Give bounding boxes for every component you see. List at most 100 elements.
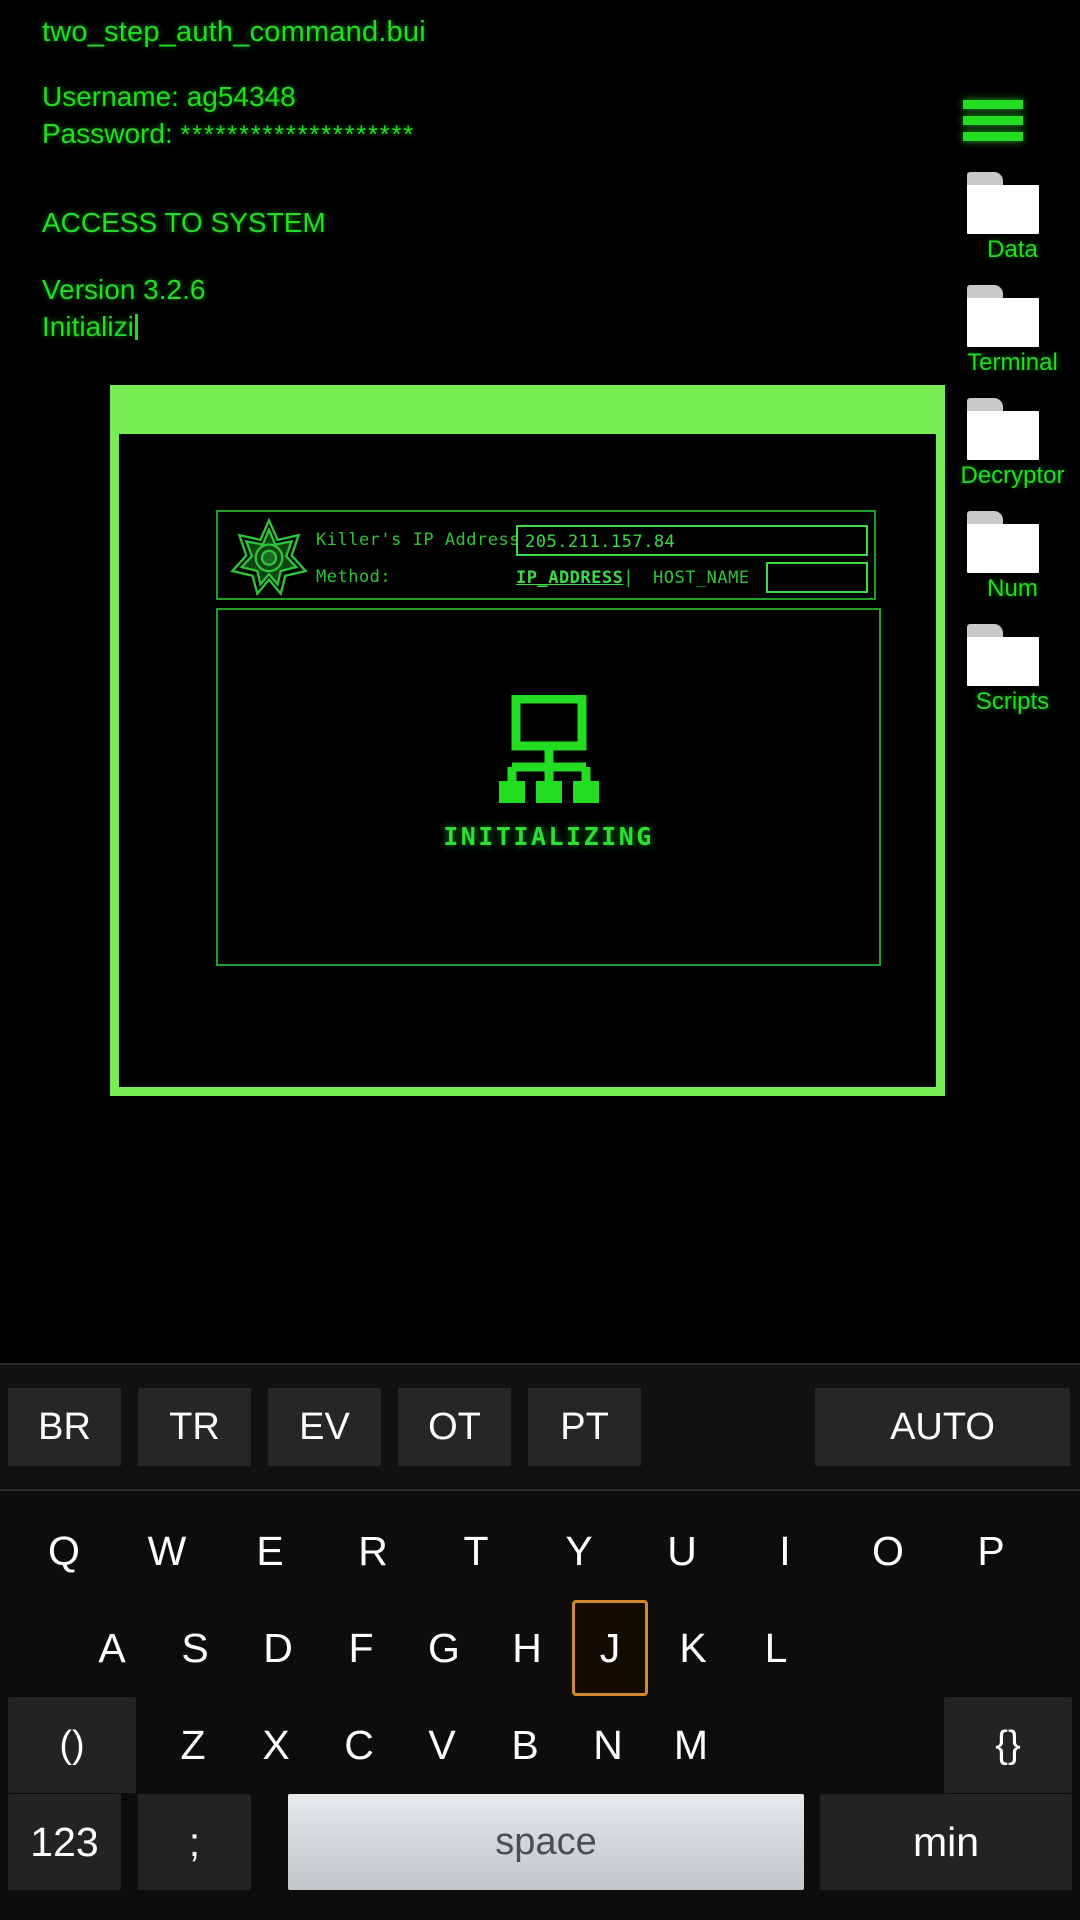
- sidebar: Data Terminal Decryptor Num Scripts: [945, 0, 1080, 1363]
- suggestion-key-2[interactable]: EV: [268, 1388, 381, 1466]
- console-log: two_step_auth_command.bui Username: ag54…: [42, 12, 922, 345]
- suggestion-key-3[interactable]: OT: [398, 1388, 511, 1466]
- method-divider: |: [623, 567, 634, 588]
- access-to-system-line: ACCESS TO SYSTEM: [42, 207, 326, 238]
- keyboard-row-1: Q W E R T Y U I O P: [0, 1503, 1080, 1599]
- folder-icon: [967, 511, 1039, 573]
- key-i[interactable]: I: [747, 1503, 823, 1599]
- hamburger-menu-icon[interactable]: [963, 100, 1023, 142]
- key-y[interactable]: Y: [541, 1503, 617, 1599]
- sidebar-item-scripts[interactable]: Scripts: [945, 624, 1080, 737]
- hamburger-bar: [963, 116, 1023, 125]
- network-hierarchy-icon: [494, 694, 604, 805]
- password-line: Password: ********************: [42, 115, 922, 154]
- host-name-input[interactable]: [766, 562, 868, 593]
- folder-body: [967, 524, 1039, 573]
- username-line: Username: ag54348: [42, 78, 922, 115]
- key-h[interactable]: H: [489, 1600, 565, 1696]
- sidebar-item-label: Data: [987, 236, 1038, 263]
- key-v[interactable]: V: [404, 1697, 480, 1793]
- key-a[interactable]: A: [74, 1600, 150, 1696]
- key-j[interactable]: J: [572, 1600, 648, 1696]
- sidebar-item-num[interactable]: Num: [945, 511, 1080, 624]
- key-r[interactable]: R: [335, 1503, 411, 1599]
- version-block: Version 3.2.6 Initializi: [42, 271, 922, 345]
- sidebar-item-label: Num: [987, 575, 1038, 602]
- target-form-panel: Killer's IP Address: 205.211.157.84 Meth…: [216, 510, 876, 600]
- version-line: Version 3.2.6: [42, 274, 206, 305]
- sidebar-item-data[interactable]: Data: [945, 172, 1080, 285]
- sidebar-item-label: Terminal: [967, 349, 1058, 376]
- key-u[interactable]: U: [644, 1503, 720, 1599]
- hamburger-bar: [963, 132, 1023, 141]
- hamburger-bar: [963, 100, 1023, 109]
- folder-body: [967, 637, 1039, 686]
- ip-address-row: Killer's IP Address: 205.211.157.84: [316, 525, 868, 557]
- key-c[interactable]: C: [321, 1697, 397, 1793]
- key-parentheses[interactable]: (): [8, 1697, 136, 1793]
- folder-body: [967, 298, 1039, 347]
- method-row: Method: IP_ADDRESS | HOST_NAME: [316, 562, 868, 594]
- key-semicolon[interactable]: ;: [138, 1794, 251, 1890]
- ip-address-input[interactable]: 205.211.157.84: [516, 525, 868, 556]
- on-screen-keyboard: BR TR EV OT PT AUTO Q W E R T Y U I O P …: [0, 1363, 1080, 1920]
- keyboard-row-3: () Z X C V B N M {}: [0, 1697, 1080, 1793]
- key-numeric-mode[interactable]: 123: [8, 1794, 121, 1890]
- suggestion-key-1[interactable]: TR: [138, 1388, 251, 1466]
- auto-key[interactable]: AUTO: [815, 1388, 1070, 1466]
- key-g[interactable]: G: [406, 1600, 482, 1696]
- key-z[interactable]: Z: [155, 1697, 231, 1793]
- ip-address-label: Killer's IP Address:: [316, 530, 531, 550]
- status-panel: INITIALIZING: [216, 608, 881, 966]
- method-option-ip-address[interactable]: IP_ADDRESS: [516, 568, 623, 588]
- initializing-text: Initializi: [42, 311, 134, 342]
- key-braces[interactable]: {}: [944, 1697, 1072, 1793]
- username-value: ag54348: [186, 81, 296, 112]
- key-e[interactable]: E: [232, 1503, 308, 1599]
- ip-address-value: 205.211.157.84: [525, 532, 676, 552]
- sidebar-item-label: Scripts: [975, 688, 1050, 715]
- folder-body: [967, 185, 1039, 234]
- window-content: Killer's IP Address: 205.211.157.84 Meth…: [128, 443, 927, 1078]
- keyboard-row-2: A S D F G H J K L: [0, 1600, 1080, 1696]
- key-d[interactable]: D: [240, 1600, 316, 1696]
- suggestion-key-0[interactable]: BR: [8, 1388, 121, 1466]
- key-x[interactable]: X: [238, 1697, 314, 1793]
- key-t[interactable]: T: [438, 1503, 514, 1599]
- window-titlebar[interactable]: [119, 394, 936, 434]
- text-caret: [134, 314, 138, 340]
- key-o[interactable]: O: [850, 1503, 926, 1599]
- initializing-line: Initializi: [42, 308, 922, 345]
- key-m[interactable]: M: [653, 1697, 729, 1793]
- key-l[interactable]: L: [738, 1600, 814, 1696]
- terminal-app-screen: two_step_auth_command.bui Username: ag54…: [0, 0, 1080, 1363]
- key-n[interactable]: N: [570, 1697, 646, 1793]
- keyboard-row-4: 123 ; space min: [0, 1794, 1080, 1890]
- password-label: Password:: [42, 118, 173, 149]
- key-f[interactable]: F: [323, 1600, 399, 1696]
- sidebar-item-decryptor[interactable]: Decryptor: [945, 398, 1080, 511]
- key-min[interactable]: min: [820, 1794, 1072, 1890]
- suggestion-key-4[interactable]: PT: [528, 1388, 641, 1466]
- key-q[interactable]: Q: [26, 1503, 102, 1599]
- key-space[interactable]: space: [288, 1794, 804, 1890]
- folder-icon: [967, 624, 1039, 686]
- hacker-tool-window: Killer's IP Address: 205.211.157.84 Meth…: [110, 385, 945, 1096]
- sidebar-item-terminal[interactable]: Terminal: [945, 285, 1080, 398]
- key-w[interactable]: W: [129, 1503, 205, 1599]
- sidebar-folder-list: Data Terminal Decryptor Num Scripts: [945, 172, 1080, 737]
- sidebar-item-label: Decryptor: [960, 462, 1065, 489]
- folder-icon: [967, 285, 1039, 347]
- folder-icon: [967, 398, 1039, 460]
- file-name-line: two_step_auth_command.bui: [42, 16, 426, 48]
- star-badge-emblem-icon: [230, 517, 308, 597]
- folder-icon: [967, 172, 1039, 234]
- key-s[interactable]: S: [157, 1600, 233, 1696]
- key-k[interactable]: K: [655, 1600, 731, 1696]
- status-text: INITIALIZING: [443, 822, 654, 851]
- method-option-host-name[interactable]: HOST_NAME: [653, 568, 750, 588]
- key-p[interactable]: P: [953, 1503, 1029, 1599]
- key-b[interactable]: B: [487, 1697, 563, 1793]
- folder-body: [967, 411, 1039, 460]
- username-label: Username:: [42, 81, 179, 112]
